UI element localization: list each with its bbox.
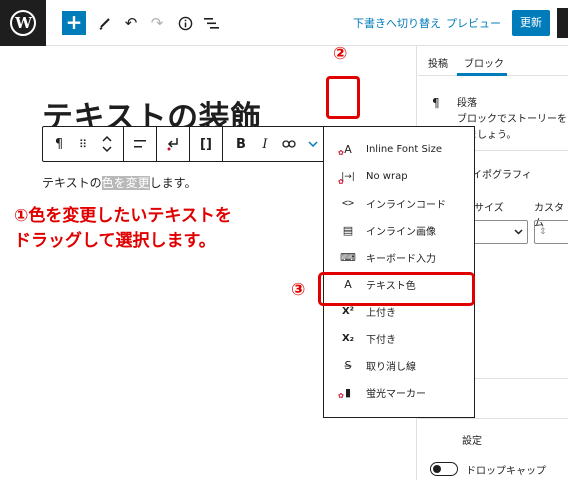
step2-marker: ② xyxy=(333,44,348,64)
menu-item-highlight-marker[interactable]: ▮ ✿ 蛍光マーカー xyxy=(324,379,474,406)
toolbar-group-align xyxy=(124,127,157,161)
menu-item-inline-code[interactable]: <> インラインコード xyxy=(324,190,474,217)
undo-icon[interactable]: ↶ xyxy=(120,12,142,34)
list-view-icon[interactable] xyxy=(200,12,222,34)
drop-cap-label: ドロップキャップ xyxy=(466,466,546,477)
sidebar-tabs: 投稿 ブロック xyxy=(418,46,568,76)
paragraph-text-after: します。 xyxy=(149,176,197,190)
step2-highlight-box xyxy=(326,76,360,119)
menu-item-label: No wrap xyxy=(366,171,408,182)
strikethrough-icon: S̶ xyxy=(344,359,352,372)
info-icon[interactable] xyxy=(174,12,196,34)
marker-icon: ▮ ✿ xyxy=(338,386,352,400)
menu-item-keyboard-input[interactable]: ⌨ キーボード入力 xyxy=(324,244,474,271)
preview-link[interactable]: プレビュー xyxy=(446,15,501,31)
step3-marker: ③ xyxy=(291,280,306,300)
block-title: 段落 xyxy=(457,98,477,109)
bold-button[interactable]: B xyxy=(229,129,253,159)
menu-item-label: 下付き xyxy=(366,335,396,346)
menu-item-label: 取り消し線 xyxy=(366,362,416,373)
text-settings-heading[interactable]: 設定 xyxy=(462,432,482,447)
return-icon[interactable] xyxy=(161,129,185,159)
menu-item-inline-image[interactable]: ▤ インライン画像 xyxy=(324,217,474,244)
no-wrap-icon: |→| ✿ xyxy=(338,171,355,186)
paragraph-block-icon: ¶ xyxy=(432,96,440,110)
menu-item-no-wrap[interactable]: |→| ✿ No wrap xyxy=(324,163,474,190)
menu-item-label: 蛍光マーカー xyxy=(366,389,426,400)
step1-line1: ①色を変更したいテキストを xyxy=(14,206,232,226)
add-block-button[interactable]: + xyxy=(62,11,86,35)
bracket-icon[interactable]: [] xyxy=(194,129,218,159)
superscript-icon: X² xyxy=(341,306,355,317)
wordpress-icon: W xyxy=(10,10,36,36)
sidebar-divider xyxy=(418,418,568,419)
code-icon: <> xyxy=(341,198,355,209)
menu-item-label: Inline Font Size xyxy=(366,144,442,155)
redo-icon[interactable]: ↷ xyxy=(146,12,168,34)
italic-button[interactable]: I xyxy=(253,129,277,159)
drag-handle-icon[interactable]: ⠿ xyxy=(71,129,95,159)
pen-icon[interactable] xyxy=(94,12,116,34)
size-label: サイズ xyxy=(474,203,504,214)
step1-annotation: ①色を変更したいテキストを ドラッグして選択します。 xyxy=(14,204,232,254)
font-size-icon: A ✿ xyxy=(338,143,352,157)
editor-screen: W + ↶ ↷ 下書きへ切り替え プレビュー 更新 テキストの装飾 ¶ ⠿ []… xyxy=(0,0,568,480)
settings-toggle-button[interactable] xyxy=(557,8,568,38)
toolbar-group-format: B I xyxy=(223,127,332,161)
more-formats-chevron-icon[interactable] xyxy=(301,129,325,159)
keyboard-icon: ⌨ xyxy=(340,251,356,264)
menu-item-label: インラインコード xyxy=(366,200,446,211)
menu-item-strikethrough[interactable]: S̶ 取り消し線 xyxy=(324,352,474,379)
menu-item-label: インライン画像 xyxy=(366,227,436,238)
toolbar-group-nowrap xyxy=(157,127,190,161)
tab-post[interactable]: 投稿 xyxy=(428,55,448,70)
font-size-select[interactable] xyxy=(473,220,528,244)
align-icon[interactable] xyxy=(128,129,152,159)
link-icon[interactable] xyxy=(277,129,301,159)
subscript-icon: X₂ xyxy=(341,333,355,344)
active-tab-indicator xyxy=(457,73,507,76)
step3-highlight-box xyxy=(318,272,475,306)
image-icon: ▤ xyxy=(342,224,354,237)
selected-text[interactable]: 色を変更 xyxy=(101,176,150,190)
menu-item-label: キーボード入力 xyxy=(366,254,436,265)
custom-size-input[interactable]: ⇕ xyxy=(534,220,568,244)
step1-line2: ドラッグして選択します。 xyxy=(14,231,216,251)
toggle-knob xyxy=(433,465,441,473)
toolbar-group-block: ¶ ⠿ xyxy=(43,127,124,161)
paragraph-block[interactable]: テキストの色を変更します。 xyxy=(42,174,196,191)
toolbar-group-bracket: [] xyxy=(190,127,223,161)
wordpress-logo[interactable]: W xyxy=(0,0,46,46)
menu-item-subscript[interactable]: X₂ 下付き xyxy=(324,325,474,352)
tab-block[interactable]: ブロック xyxy=(464,55,504,70)
switch-to-draft-link[interactable]: 下書きへ切り替え xyxy=(353,15,441,31)
menu-item-inline-font-size[interactable]: A ✿ Inline Font Size xyxy=(324,136,474,163)
paragraph-text-before: テキストの xyxy=(42,176,102,190)
paragraph-icon[interactable]: ¶ xyxy=(47,129,71,159)
update-button[interactable]: 更新 xyxy=(512,10,550,36)
menu-item-label: 上付き xyxy=(366,308,396,319)
move-updown-icon[interactable] xyxy=(95,129,119,159)
top-toolbar: W + ↶ ↷ 下書きへ切り替え プレビュー 更新 xyxy=(0,0,568,46)
drop-cap-toggle[interactable] xyxy=(430,462,458,476)
